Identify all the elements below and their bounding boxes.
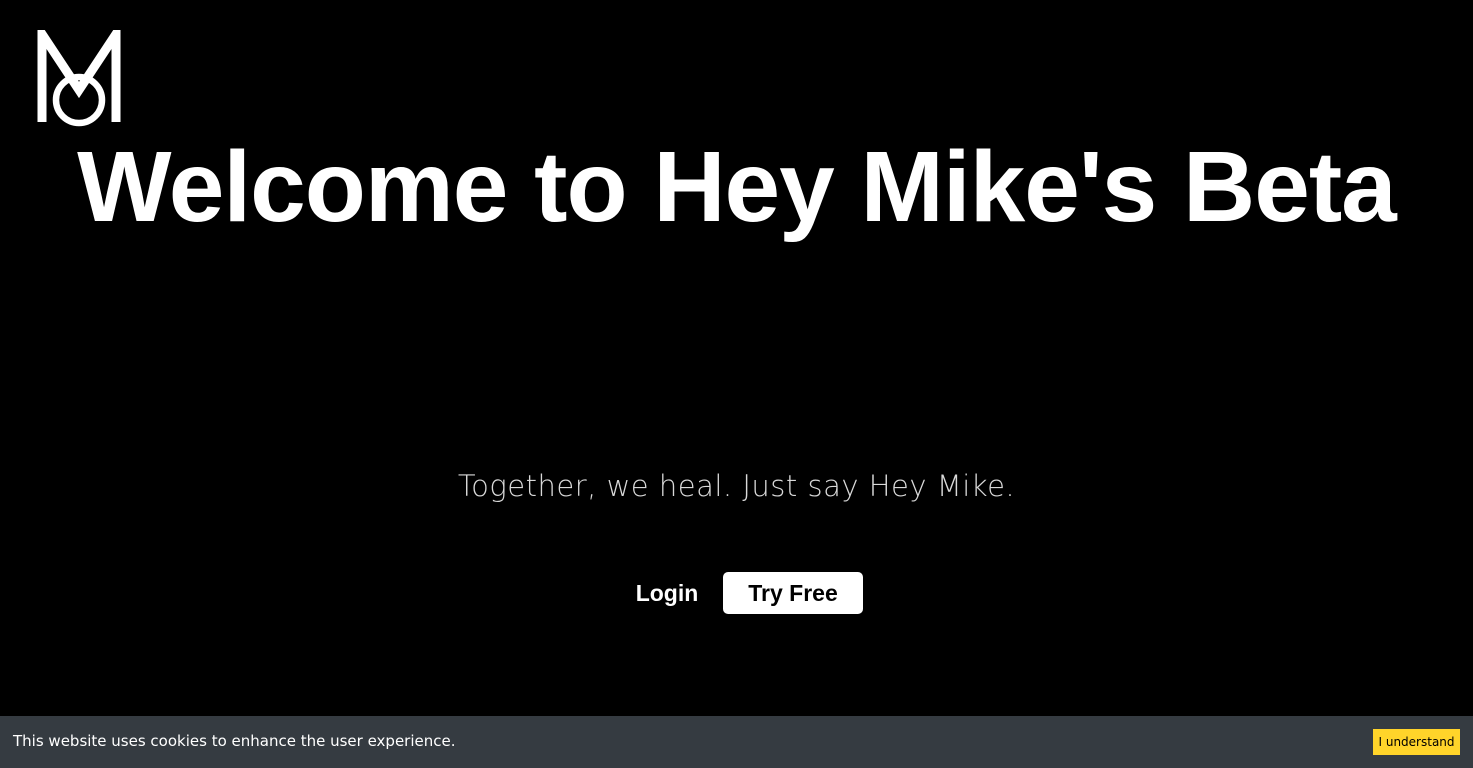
cookie-message: This website uses cookies to enhance the… (13, 732, 456, 750)
hey-mike-monogram-icon[interactable] (36, 30, 124, 128)
page-title: Welcome to Hey Mike's Beta (77, 131, 1397, 243)
hero-actions: Login Try Free (0, 572, 1473, 614)
login-button[interactable]: Login (620, 572, 714, 614)
cookie-accept-button[interactable]: I understand (1373, 729, 1460, 755)
tagline: Together, we heal. Just say Hey Mike. (457, 469, 1016, 503)
cookie-banner: This website uses cookies to enhance the… (0, 716, 1473, 768)
try-free-button[interactable]: Try Free (723, 572, 863, 614)
